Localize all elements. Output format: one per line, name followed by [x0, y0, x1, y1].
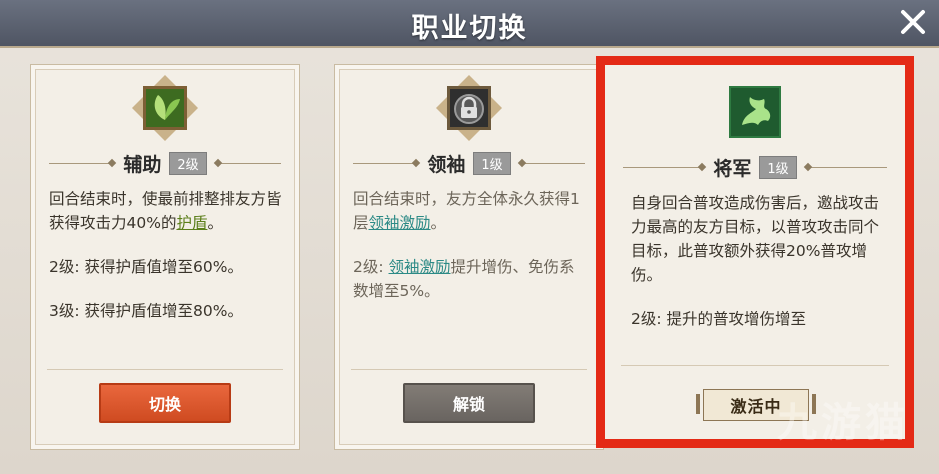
switch-button[interactable]: 切换	[99, 383, 231, 423]
class-name: 将军	[713, 157, 752, 180]
leader-inspire-link[interactable]: 领袖激励	[389, 258, 451, 276]
unlock-button[interactable]: 解锁	[403, 383, 535, 423]
level-badge: 1级	[473, 151, 511, 175]
page-title: 职业切换	[411, 13, 528, 44]
divider	[623, 166, 706, 168]
description-text: 。	[430, 214, 447, 232]
watermark: 九游猫	[777, 400, 909, 446]
level-badge: 1级	[759, 155, 797, 179]
divider	[47, 369, 283, 370]
class-switch-screen: 职业切换 辅助 2级 回合结束时，使最前排整排友方皆获得攻击力40%的护盾。 2…	[0, 0, 939, 474]
dragon-icon	[722, 79, 788, 145]
level-2-text: 2级: 提升的普攻增伤增至	[631, 310, 807, 328]
divider	[214, 162, 282, 164]
class-name: 领袖	[427, 153, 466, 176]
close-button[interactable]	[897, 6, 929, 38]
level-2-text: 2级: 获得护盾值增至60%。	[49, 258, 243, 276]
class-description: 回合结束时，使最前排整排友方皆获得攻击力40%的护盾。 2级: 获得护盾值增至6…	[49, 187, 285, 369]
divider	[621, 365, 889, 366]
class-description: 回合结束时，友方全体永久获得1层领袖激励。 2级: 领袖激励提升增伤、免伤系数增…	[353, 187, 589, 369]
level-3-text: 3级: 获得护盾值增至80%。	[49, 302, 243, 320]
divider	[49, 162, 116, 164]
level-2-text: 2级:	[353, 258, 389, 276]
divider	[351, 369, 587, 370]
description-text: 。	[207, 214, 223, 232]
description-text: 回合结束时，使最前排整排友方皆获得攻击力40%的	[49, 190, 282, 232]
leaf-icon	[132, 75, 198, 141]
divider	[353, 162, 420, 164]
class-card-leader: 领袖 1级 回合结束时，友方全体永久获得1层领袖激励。 2级: 领袖激励提升增伤…	[334, 64, 604, 450]
class-name: 辅助	[123, 153, 162, 176]
header-bar: 职业切换	[0, 0, 939, 48]
class-name-row: 将军 1级	[623, 153, 888, 181]
leader-inspire-link[interactable]: 领袖激励	[369, 214, 431, 232]
divider	[518, 162, 586, 164]
class-description: 自身回合普攻造成伤害后，邀战攻击力最高的友方目标，以普攻攻击同个目标，此普攻额外…	[631, 191, 883, 365]
class-name-row: 辅助 2级	[49, 149, 282, 177]
lock-icon	[436, 75, 502, 141]
description-text: 自身回合普攻造成伤害后，邀战攻击力最高的友方目标，以普攻攻击同个目标，此普攻额外…	[631, 194, 880, 284]
divider	[804, 166, 888, 168]
level-badge: 2级	[169, 151, 207, 175]
shield-keyword-link[interactable]: 护盾	[176, 214, 207, 232]
close-icon	[901, 10, 925, 34]
class-name-row: 领袖 1级	[353, 149, 586, 177]
class-card-support: 辅助 2级 回合结束时，使最前排整排友方皆获得攻击力40%的护盾。 2级: 获得…	[30, 64, 300, 450]
